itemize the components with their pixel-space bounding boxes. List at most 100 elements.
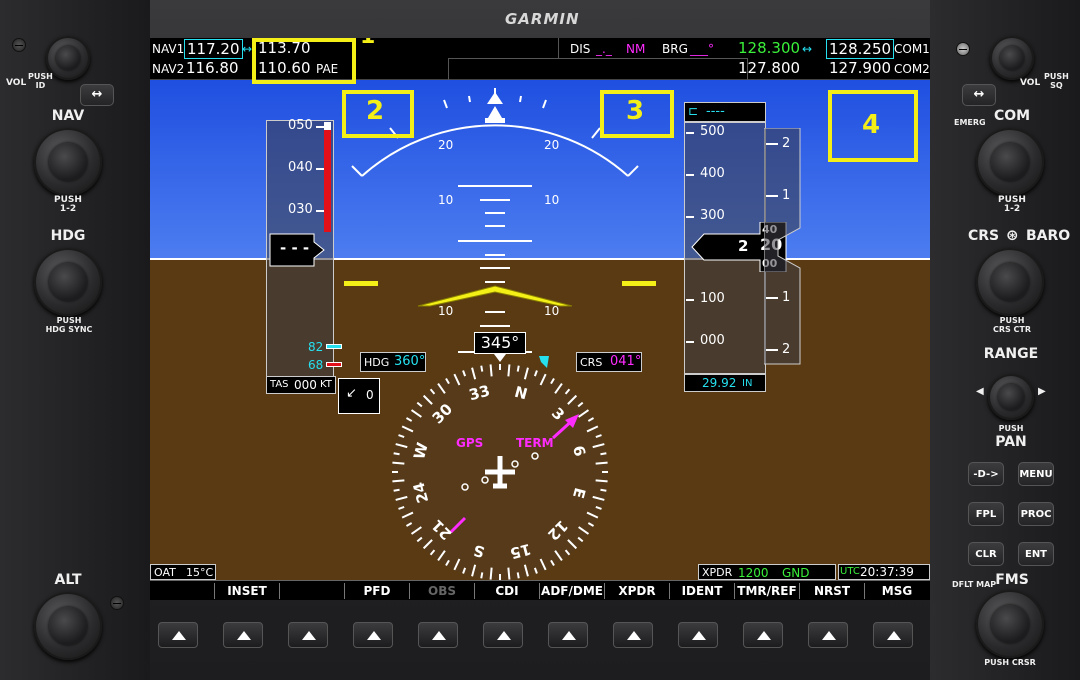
alt-label: ALT bbox=[54, 572, 82, 588]
compass-tick bbox=[392, 461, 405, 465]
softkey-label-inset[interactable]: INSET bbox=[215, 584, 279, 600]
vspeed-68: 68 bbox=[308, 358, 324, 372]
compass-tick bbox=[507, 364, 511, 377]
airspeed-tick-030: 030 bbox=[288, 202, 313, 217]
dis-value: _._ bbox=[596, 42, 612, 56]
softkey-label-tmr-ref[interactable]: TMR/REF bbox=[735, 584, 799, 600]
compass-tick bbox=[595, 461, 608, 465]
emerg-label: EMERG bbox=[954, 118, 986, 127]
softkey-1[interactable] bbox=[158, 622, 198, 648]
selected-altitude: ---- bbox=[706, 104, 725, 119]
tas-label: TAS bbox=[270, 379, 289, 390]
softkey-8[interactable] bbox=[613, 622, 653, 648]
softkey-7[interactable] bbox=[548, 622, 588, 648]
hdg-knob[interactable] bbox=[34, 248, 102, 316]
direct-to-button[interactable]: -D-> bbox=[968, 462, 1004, 486]
softkey-label-3[interactable] bbox=[280, 584, 344, 600]
nav2-active-freq[interactable]: 116.80 bbox=[186, 59, 239, 77]
altitude-bug-icon: ⊏ bbox=[688, 104, 699, 118]
annotation-number-3: 3 bbox=[626, 96, 645, 126]
compass-tick bbox=[480, 572, 484, 579]
com1-standby-freq[interactable]: 128.250 bbox=[826, 39, 895, 59]
baro-setting: 29.92 bbox=[702, 376, 737, 390]
vol-label-right: VOL bbox=[1020, 78, 1041, 88]
dflt-map-label: DFLT MAP bbox=[952, 580, 997, 589]
pitch-label-neg10-right: 10 bbox=[544, 304, 560, 318]
airspeed-tick-040: 040 bbox=[288, 160, 313, 175]
softkey-5[interactable] bbox=[418, 622, 458, 648]
softkey-6[interactable] bbox=[483, 622, 523, 648]
ent-button[interactable]: ENT bbox=[1018, 542, 1054, 566]
com2-active-freq[interactable]: 127.800 bbox=[738, 59, 800, 77]
com-swap-button[interactable]: ↔ bbox=[962, 84, 996, 106]
xpdr-label: XPDR bbox=[702, 566, 733, 579]
vol-label-left: VOL bbox=[6, 78, 27, 88]
softkey-label-msg[interactable]: MSG bbox=[865, 584, 929, 600]
softkey-12[interactable] bbox=[873, 622, 913, 648]
softkey-label-xpdr[interactable]: XPDR bbox=[605, 584, 669, 600]
softkey-label-ident[interactable]: IDENT bbox=[670, 584, 734, 600]
compass-tick bbox=[489, 364, 493, 377]
softkey-label-nrst[interactable]: NRST bbox=[800, 584, 864, 600]
nav-push-label: PUSH 1-2 bbox=[54, 195, 82, 214]
selected-course: 041° bbox=[610, 354, 642, 369]
nav-knob[interactable] bbox=[34, 128, 102, 196]
nav-info-box bbox=[448, 58, 748, 80]
com-label: COM bbox=[993, 108, 1031, 124]
menu-button[interactable]: MENU bbox=[1018, 462, 1054, 486]
pan-label: PAN bbox=[995, 434, 1027, 450]
softkey-2[interactable] bbox=[223, 622, 263, 648]
compass-tick bbox=[480, 365, 484, 372]
softkey-10[interactable] bbox=[743, 622, 783, 648]
annotation-number-1: 1 bbox=[360, 38, 375, 49]
softkey-11[interactable] bbox=[808, 622, 848, 648]
vol-com-knob[interactable] bbox=[990, 36, 1034, 80]
compass-tick bbox=[393, 452, 400, 456]
softkey-label-adf-dme[interactable]: ADF/DME bbox=[540, 584, 604, 600]
airspeed-current: - - - bbox=[280, 239, 310, 257]
com-swap-arrow-icon: ↔ bbox=[802, 42, 813, 56]
nav-source: GPS bbox=[456, 436, 484, 450]
fms-knob[interactable] bbox=[976, 590, 1044, 658]
light-sensor-icon bbox=[956, 42, 970, 56]
screw-icon bbox=[12, 38, 26, 52]
softkey-9[interactable] bbox=[678, 622, 718, 648]
softkey-label-pfd[interactable]: PFD bbox=[345, 584, 409, 600]
fms-push-label: PUSH CRSR bbox=[984, 658, 1036, 667]
softkey-label-obs[interactable]: OBS bbox=[410, 584, 474, 600]
nav2-label: NAV2 bbox=[152, 62, 185, 76]
softkey-4[interactable] bbox=[353, 622, 393, 648]
softkey-label-1[interactable] bbox=[150, 584, 214, 600]
alt-knob[interactable] bbox=[34, 592, 102, 660]
nav-swap-button[interactable]: ↔ bbox=[80, 84, 114, 106]
heading-bug-icon bbox=[539, 356, 549, 368]
brg-label: BRG bbox=[662, 42, 688, 56]
hsi-compass bbox=[392, 356, 608, 580]
com2-standby-freq[interactable]: 127.900 bbox=[829, 59, 891, 77]
proc-button[interactable]: PROC bbox=[1018, 502, 1054, 526]
softkey-label-cdi[interactable]: CDI bbox=[475, 584, 539, 600]
range-pan-knob[interactable] bbox=[988, 374, 1034, 420]
hdg-label: HDG bbox=[50, 228, 86, 244]
crs-baro-knob[interactable] bbox=[976, 248, 1044, 316]
compass-tick bbox=[393, 488, 400, 492]
fpl-button[interactable]: FPL bbox=[968, 502, 1004, 526]
utc-time: 20:37:39 bbox=[860, 565, 914, 579]
pfd-screen: NAV1 117.20 ↔ 113.70 NAV2 116.80 110.60 … bbox=[150, 38, 930, 600]
clr-button[interactable]: CLR bbox=[968, 542, 1004, 566]
tas-value: 000 bbox=[294, 378, 317, 392]
compass-tick bbox=[392, 479, 405, 483]
com1-active-freq[interactable]: 128.300 bbox=[738, 39, 800, 57]
compass-tick bbox=[516, 365, 520, 372]
vol-push-left: PUSH ID bbox=[28, 72, 53, 90]
baro-unit: IN bbox=[742, 378, 753, 389]
utc-label: UTC bbox=[840, 566, 860, 577]
screw-icon bbox=[110, 596, 124, 610]
softkey-3[interactable] bbox=[288, 622, 328, 648]
vol-push-right: PUSH SQ bbox=[1044, 72, 1069, 90]
oat-label: OAT bbox=[154, 566, 176, 579]
com-knob[interactable] bbox=[976, 128, 1044, 196]
vsi-tick-2-down: 2 bbox=[782, 342, 791, 357]
airspeed-tick-050: 050 bbox=[288, 118, 313, 133]
nav1-active-freq[interactable]: 117.20 bbox=[184, 39, 243, 59]
